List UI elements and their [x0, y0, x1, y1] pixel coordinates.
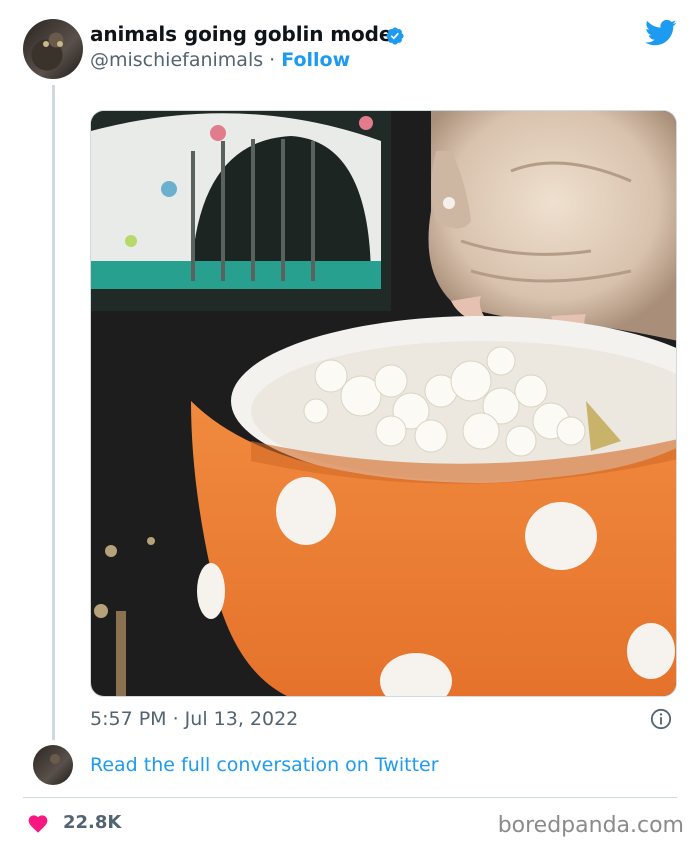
thread-line	[52, 85, 55, 740]
author-display-name[interactable]: animals going goblin mode	[90, 22, 392, 46]
avatar-eye	[43, 41, 49, 47]
watermark: boredpanda.com	[497, 813, 684, 838]
reply-avatar[interactable]	[33, 745, 73, 785]
divider	[23, 797, 677, 798]
photo-illustration	[91, 111, 676, 696]
heart-icon[interactable]	[27, 813, 49, 833]
tweet-card: animals going goblin mode @mischiefanima…	[0, 0, 700, 851]
tweet-timestamp[interactable]: 5:57 PM · Jul 13, 2022	[90, 708, 298, 730]
follow-button[interactable]: Follow	[281, 49, 350, 71]
info-icon[interactable]	[650, 708, 672, 730]
twitter-bird-icon[interactable]	[645, 19, 677, 47]
author-handle-row: @mischiefanimals · Follow	[90, 49, 350, 71]
author-handle[interactable]: @mischiefanimals	[90, 49, 263, 71]
read-conversation-link[interactable]: Read the full conversation on Twitter	[90, 754, 439, 776]
tweet-photo[interactable]	[90, 110, 677, 697]
likes-count: 22.8K	[63, 812, 122, 833]
author-avatar[interactable]	[23, 19, 83, 79]
avatar-eye	[57, 41, 63, 47]
verified-badge-icon	[386, 27, 404, 45]
separator: ·	[263, 49, 282, 71]
